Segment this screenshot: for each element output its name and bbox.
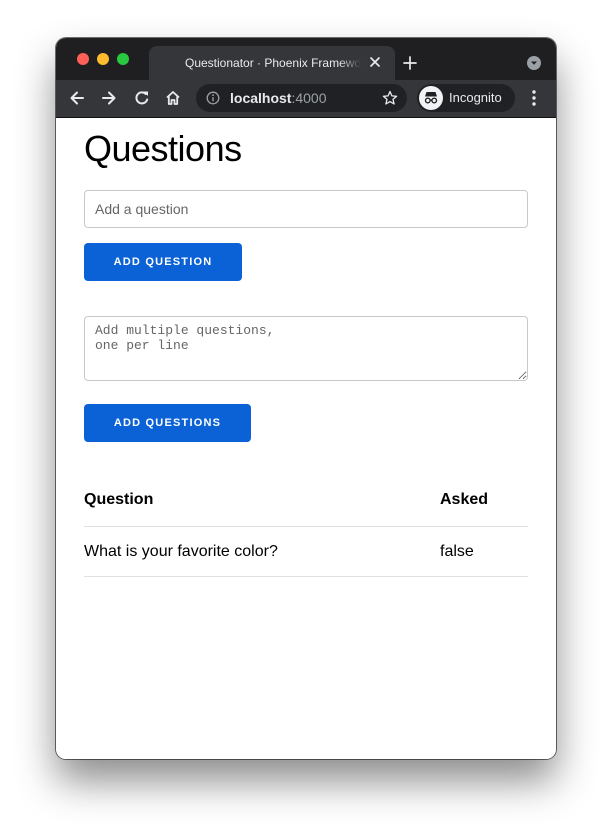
- tab-title: Questionator · Phoenix Framework: [185, 56, 361, 70]
- url-port: :4000: [291, 90, 327, 106]
- table-row: What is your favorite color? false: [84, 526, 528, 577]
- add-question-button[interactable]: ADD QUESTION: [84, 243, 242, 281]
- incognito-profile-button[interactable]: Incognito: [417, 84, 515, 112]
- tab-strip: Questionator · Phoenix Framework: [56, 38, 556, 80]
- home-icon[interactable]: [164, 89, 182, 107]
- page-content: Questions ADD QUESTION ADD QUESTIONS Que…: [56, 118, 556, 759]
- star-icon[interactable]: [382, 90, 398, 106]
- maximize-window-button[interactable]: [117, 53, 129, 65]
- tab-search-icon[interactable]: [527, 56, 541, 70]
- table-header-row: Question Asked: [84, 474, 528, 527]
- close-icon[interactable]: [368, 55, 382, 69]
- add-questions-button[interactable]: ADD QUESTIONS: [84, 404, 251, 442]
- minimize-window-button[interactable]: [97, 53, 109, 65]
- asked-cell: false: [440, 526, 528, 577]
- close-window-button[interactable]: [77, 53, 89, 65]
- menu-dots-icon[interactable]: [527, 89, 541, 107]
- incognito-label: Incognito: [449, 90, 502, 105]
- column-header-question: Question: [84, 474, 440, 527]
- questions-table: Question Asked What is your favorite col…: [84, 474, 528, 577]
- multiple-questions-textarea[interactable]: [84, 316, 528, 381]
- url-text: localhost:4000: [230, 90, 327, 106]
- incognito-icon: [419, 86, 443, 110]
- plus-icon[interactable]: [402, 55, 418, 71]
- page-title: Questions: [84, 128, 242, 169]
- url-host: localhost: [230, 90, 292, 106]
- forward-arrow-icon[interactable]: [100, 89, 118, 107]
- browser-window: Questionator · Phoenix Framework localho…: [56, 38, 556, 759]
- info-icon[interactable]: [206, 91, 220, 105]
- reload-icon[interactable]: [133, 89, 151, 107]
- column-header-asked: Asked: [440, 474, 528, 527]
- browser-tab[interactable]: Questionator · Phoenix Framework: [149, 46, 395, 80]
- browser-toolbar: localhost:4000 Incognito: [56, 80, 556, 118]
- question-input[interactable]: [84, 190, 528, 228]
- address-bar[interactable]: localhost:4000: [196, 84, 407, 112]
- question-cell: What is your favorite color?: [84, 526, 440, 577]
- back-arrow-icon[interactable]: [68, 89, 86, 107]
